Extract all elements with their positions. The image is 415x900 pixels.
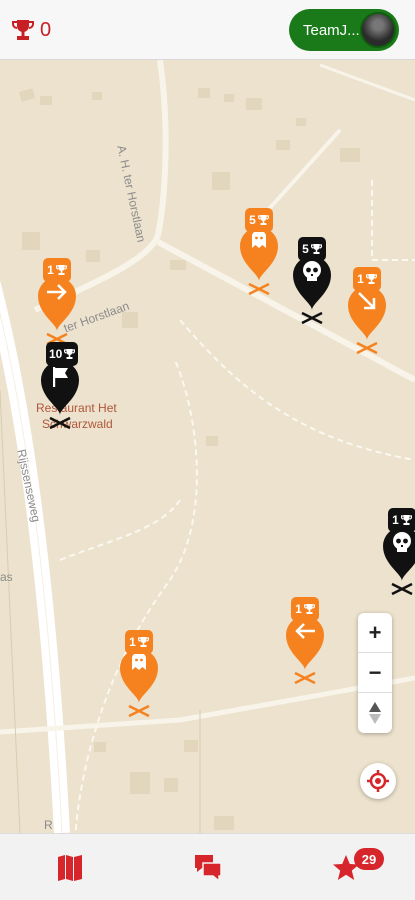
marker-points: 5 bbox=[249, 213, 256, 227]
marker-pin bbox=[293, 256, 331, 310]
marker-cross-icon bbox=[391, 582, 413, 596]
team-name: TeamJ... bbox=[303, 21, 360, 39]
marker-cross-icon bbox=[301, 311, 323, 325]
marker-points: 1 bbox=[129, 635, 136, 649]
ghost-icon bbox=[252, 230, 266, 248]
marker-cross-icon bbox=[49, 416, 71, 430]
marker-points-badge: 5 bbox=[298, 237, 326, 261]
marker-cross-icon bbox=[248, 282, 270, 296]
map-marker-ghost-2[interactable]: 1 bbox=[117, 630, 161, 730]
marker-points: 5 bbox=[302, 242, 309, 256]
marker-points-badge: 1 bbox=[43, 258, 71, 282]
marker-points: 1 bbox=[47, 263, 54, 277]
marker-points-badge: 5 bbox=[245, 208, 273, 232]
compass-icon bbox=[369, 702, 381, 724]
marker-points: 10 bbox=[49, 347, 63, 361]
marker-points-badge: 1 bbox=[388, 508, 415, 532]
locate-button[interactable] bbox=[360, 763, 396, 799]
nav-map-button[interactable] bbox=[50, 848, 90, 888]
notification-badge: 29 bbox=[354, 848, 384, 870]
street-label-left-edge: as bbox=[0, 570, 13, 584]
marker-pin bbox=[38, 277, 76, 331]
marker-pin bbox=[120, 649, 158, 703]
marker-cross-icon bbox=[356, 341, 378, 355]
marker-pin bbox=[41, 361, 79, 415]
map-view[interactable]: A. H. ter Horstlaan ter Horstlaan Rijsse… bbox=[0, 60, 415, 833]
app-root: 0 TeamJ... A. H. ter Horstlaan ter Horst… bbox=[0, 0, 415, 900]
marker-pin bbox=[240, 227, 278, 281]
trophy-counter[interactable]: 0 bbox=[12, 16, 51, 44]
street-label-bottom-edge: R bbox=[44, 818, 53, 832]
zoom-in-button[interactable]: + bbox=[358, 613, 392, 653]
trophy-count: 0 bbox=[40, 19, 52, 41]
bottom-nav: 29 bbox=[0, 833, 415, 900]
compass-button[interactable] bbox=[358, 693, 392, 733]
zoom-out-button[interactable]: − bbox=[358, 653, 392, 693]
map-marker-skull-2[interactable]: 1 bbox=[380, 508, 415, 608]
locate-icon bbox=[367, 770, 389, 792]
chat-icon bbox=[195, 855, 222, 883]
marker-points-badge: 10 bbox=[46, 342, 79, 366]
map-marker-arrow-left[interactable]: 1 bbox=[283, 597, 327, 697]
ghost-icon bbox=[132, 652, 146, 670]
zoom-controls: + − bbox=[358, 613, 392, 733]
nav-chat-button[interactable] bbox=[188, 848, 228, 888]
avatar bbox=[360, 12, 396, 48]
map-base bbox=[0, 60, 415, 833]
marker-points-badge: 1 bbox=[125, 630, 153, 654]
marker-cross-icon bbox=[128, 704, 150, 718]
map-marker-ghost-1[interactable]: 5 bbox=[237, 208, 281, 308]
marker-points: 1 bbox=[392, 513, 399, 527]
marker-pin bbox=[383, 527, 415, 581]
marker-pin bbox=[286, 616, 324, 670]
top-bar: 0 TeamJ... bbox=[0, 0, 415, 60]
map-icon bbox=[58, 855, 82, 881]
map-marker-arrow-down-right[interactable]: 1 bbox=[345, 267, 389, 367]
map-marker-skull-1[interactable]: 5 bbox=[290, 237, 334, 337]
marker-points-badge: 1 bbox=[353, 267, 381, 291]
marker-points-badge: 1 bbox=[291, 597, 319, 621]
marker-points: 1 bbox=[295, 602, 302, 616]
marker-points: 1 bbox=[357, 272, 364, 286]
team-button[interactable]: TeamJ... bbox=[289, 9, 399, 51]
marker-cross-icon bbox=[294, 671, 316, 685]
trophy-icon bbox=[12, 20, 34, 40]
marker-pin bbox=[348, 286, 386, 340]
map-marker-flag[interactable]: 10 bbox=[38, 342, 82, 442]
